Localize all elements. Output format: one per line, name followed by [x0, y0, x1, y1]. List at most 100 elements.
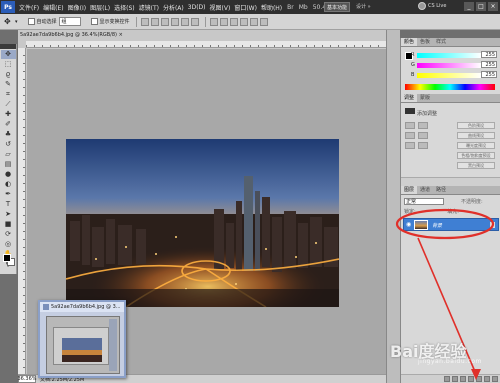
layer-name[interactable]: 背景 [432, 222, 442, 229]
minibridge-button[interactable]: Mb [299, 4, 308, 11]
city-photo[interactable] [66, 139, 339, 307]
align-middle-icon[interactable] [150, 17, 159, 26]
distribute-right-icon[interactable] [259, 17, 268, 26]
posterize-icon[interactable] [418, 142, 428, 149]
3d-rotate-tool-icon[interactable]: ⟳ [1, 230, 16, 239]
preset-levels-button[interactable]: 色阶预设 [457, 122, 495, 129]
preset-exposure-button[interactable]: 曝光度预设 [457, 142, 495, 149]
menu-window[interactable]: 窗口(W) [234, 3, 257, 12]
distribute-bottom-icon[interactable] [229, 17, 238, 26]
color-spectrum-bar[interactable] [405, 84, 495, 90]
cs-live[interactable]: CS Live [418, 2, 446, 10]
distribute-top-icon[interactable] [209, 17, 218, 26]
menu-analysis[interactable]: 分析(A) [163, 3, 184, 12]
preset-bw-button[interactable]: 黑白预设 [457, 162, 495, 169]
add-mask-icon[interactable] [460, 376, 466, 382]
new-layer-icon[interactable] [484, 376, 490, 382]
distribute-left-icon[interactable] [239, 17, 248, 26]
levels-icon[interactable] [418, 122, 428, 129]
brightness-icon[interactable] [405, 122, 415, 129]
channel-b-slider[interactable] [417, 73, 481, 78]
channel-g-slider[interactable] [417, 63, 481, 68]
link-layers-icon[interactable] [444, 376, 450, 382]
menu-help[interactable]: 帮助(H) [261, 3, 282, 12]
distribute-center-icon[interactable] [249, 17, 258, 26]
workspace-button[interactable]: 基本功能 [324, 2, 350, 12]
path-select-tool-icon[interactable]: ➤ [1, 210, 16, 219]
dodge-tool-icon[interactable]: ◐ [1, 180, 16, 189]
channel-g-value[interactable]: 255 [481, 61, 497, 68]
tab-layers[interactable]: 图层 [401, 186, 418, 194]
auto-select-label: 自动选择 [36, 19, 57, 25]
menu-view[interactable]: 视图(V) [210, 3, 231, 12]
new-group-icon[interactable] [476, 376, 482, 382]
menu-layer[interactable]: 图层(L) [90, 3, 110, 12]
tab-styles[interactable]: 样式 [433, 38, 449, 46]
type-tool-icon[interactable]: T [1, 200, 16, 209]
tab-color[interactable]: 颜色 [401, 38, 418, 46]
brush-tool-icon[interactable]: ✐ [1, 120, 16, 129]
align-bottom-icon[interactable] [160, 17, 169, 26]
channel-b-value[interactable]: 255 [481, 71, 497, 78]
tab-channels[interactable]: 通道 [417, 186, 433, 194]
3d-orbit-tool-icon[interactable]: ◎ [1, 240, 16, 249]
tab-paths[interactable]: 路径 [433, 186, 449, 194]
blend-mode-select[interactable]: 正常 [404, 198, 444, 205]
quick-select-tool-icon[interactable]: ✎ [1, 80, 16, 89]
eyedropper-tool-icon[interactable]: ⟋ [1, 100, 16, 109]
auto-select-dropdown[interactable]: 组 [58, 17, 81, 26]
minimize-button[interactable]: _ [464, 2, 474, 11]
crop-tool-icon[interactable]: ⌗ [1, 90, 16, 99]
tab-swatches[interactable]: 色板 [417, 38, 433, 46]
adjustment-layer-icon[interactable] [468, 376, 474, 382]
delete-layer-icon[interactable] [492, 376, 498, 382]
maximize-button[interactable]: □ [476, 2, 486, 11]
preset-hue-button[interactable]: 色相/饱和度预设 [457, 152, 495, 159]
eye-icon[interactable]: ◉ [406, 222, 412, 228]
history-brush-tool-icon[interactable]: ↺ [1, 140, 16, 149]
foreground-color-swatch[interactable] [3, 254, 11, 262]
auto-select-checkbox[interactable] [27, 18, 35, 25]
align-top-icon[interactable] [140, 17, 149, 26]
move-tool-icon[interactable]: ✥ [4, 17, 14, 27]
tools-panel-header[interactable] [0, 44, 16, 49]
menu-image[interactable]: 图像(I) [68, 3, 86, 12]
close-button[interactable]: × [488, 2, 498, 11]
menu-file[interactable]: 文件(F) [19, 3, 39, 12]
eraser-tool-icon[interactable]: ▱ [1, 150, 16, 159]
pen-tool-icon[interactable]: ✒ [1, 190, 16, 199]
distribute-middle-icon[interactable] [219, 17, 228, 26]
menu-filter[interactable]: 滤镜(T) [139, 3, 159, 12]
channel-r-value[interactable]: 255 [481, 51, 497, 58]
layer-style-icon[interactable] [452, 376, 458, 382]
show-transform-checkbox[interactable] [90, 18, 98, 25]
align-center-icon[interactable] [180, 17, 189, 26]
shape-tool-icon[interactable]: ■ [1, 220, 16, 229]
move-tool-icon[interactable]: ✥ [0, 50, 16, 59]
clone-stamp-tool-icon[interactable]: ♣ [1, 130, 16, 139]
lasso-tool-icon[interactable]: ϱ [1, 70, 16, 79]
menu-edit[interactable]: 编辑(E) [43, 3, 63, 12]
healing-brush-tool-icon[interactable]: ✚ [1, 110, 16, 119]
channel-r-slider[interactable] [417, 53, 481, 58]
vibrance-icon[interactable] [405, 132, 415, 139]
hue-icon[interactable] [418, 132, 428, 139]
tool-preset-chevron-down-icon[interactable]: ▾ [15, 19, 18, 25]
gradient-tool-icon[interactable]: ▤ [1, 160, 16, 169]
preset-curves-button[interactable]: 曲线预设 [457, 132, 495, 139]
tab-adjustments[interactable]: 调整 [401, 94, 418, 102]
menu-3d[interactable]: 3D(D) [188, 4, 206, 11]
bridge-button[interactable]: Br [287, 4, 294, 11]
zoom-level-field[interactable]: 36.36% [17, 375, 37, 383]
align-right-icon[interactable] [190, 17, 199, 26]
align-left-icon[interactable] [170, 17, 179, 26]
workspace-more[interactable]: 设计 » [356, 3, 371, 10]
invert-icon[interactable] [405, 142, 415, 149]
marquee-tool-icon[interactable]: ⬚ [1, 60, 16, 69]
menu-select[interactable]: 选择(S) [114, 3, 135, 12]
document-tab[interactable]: 5a92ae7da9b6b4.jpg @ 36.4%(RGB/8) × [20, 32, 123, 40]
layer-row-background[interactable]: ◉ 背景 [403, 218, 499, 231]
tab-masks[interactable]: 蒙版 [417, 94, 433, 102]
document-preview-popup[interactable]: 5a92ae7da9b6b4.jpg @ 3... [38, 300, 126, 378]
blur-tool-icon[interactable]: ● [1, 170, 16, 179]
